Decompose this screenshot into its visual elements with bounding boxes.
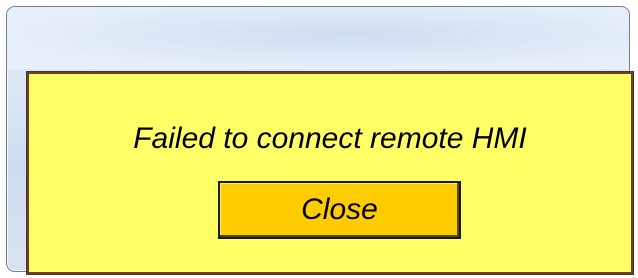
- window-titlebar[interactable]: [7, 7, 629, 69]
- dialog-window: Failed to connect remote HMI Close: [6, 6, 633, 274]
- error-message: Failed to connect remote HMI: [133, 122, 527, 155]
- error-dialog-body: Failed to connect remote HMI Close: [27, 72, 633, 274]
- close-button[interactable]: Close: [218, 181, 461, 239]
